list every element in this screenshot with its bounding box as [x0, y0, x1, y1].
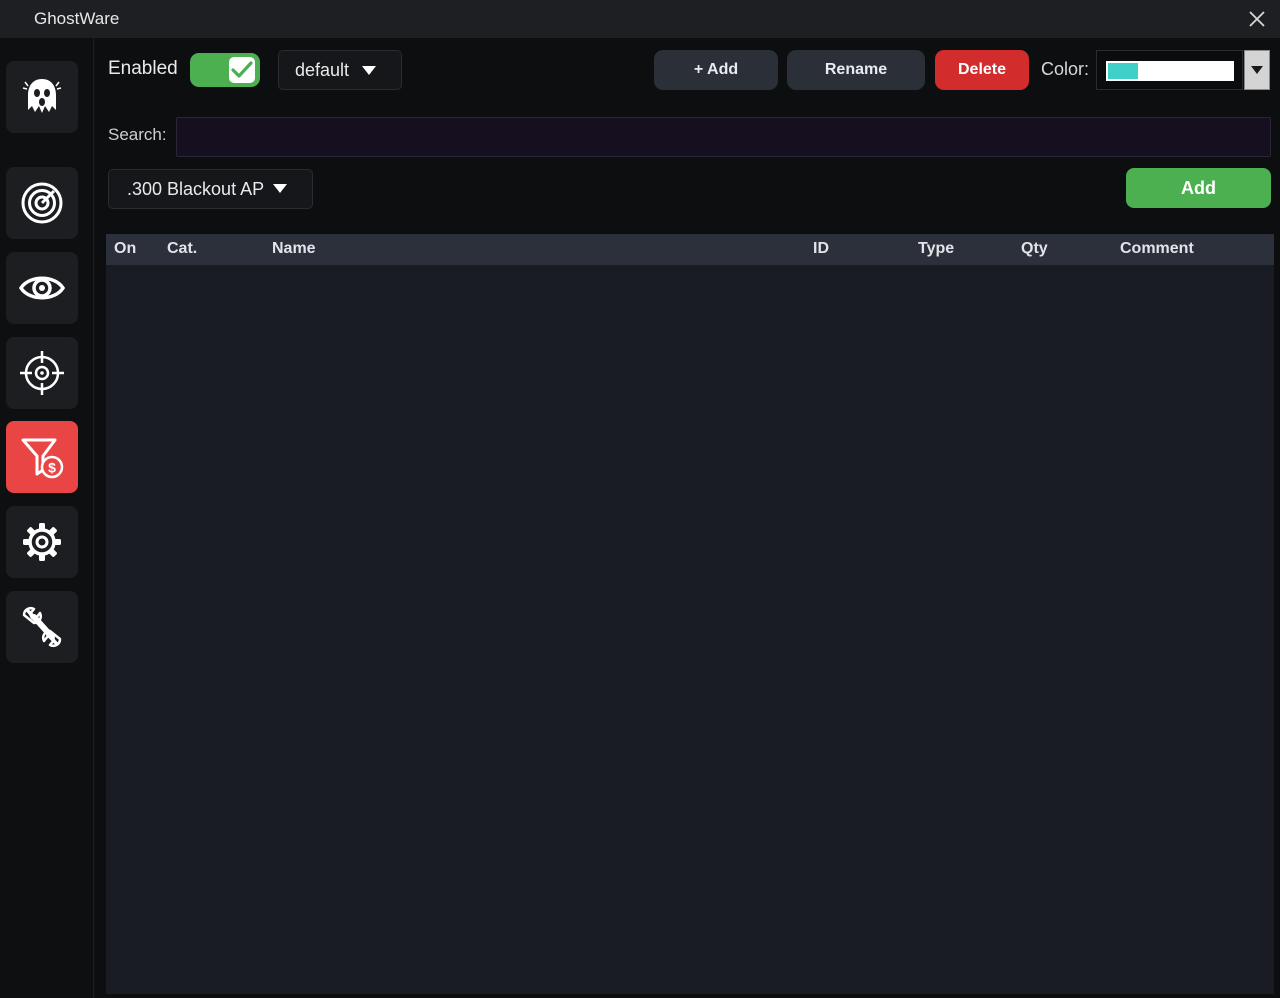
main-panel: Enabled default + Add Rename Delete Colo…	[95, 38, 1280, 998]
sidebar-item-radar[interactable]	[6, 167, 78, 239]
enabled-label: Enabled	[108, 58, 178, 79]
ghost-logo-icon	[22, 79, 62, 113]
color-swatch	[1108, 63, 1138, 79]
close-button[interactable]	[1242, 4, 1272, 34]
item-dropdown-value: .300 Blackout AP	[127, 178, 265, 199]
column-header-id[interactable]: ID	[813, 240, 829, 258]
sidebar-item-aimbot[interactable]	[6, 337, 78, 409]
delete-button[interactable]: Delete	[935, 50, 1029, 90]
column-header-category[interactable]: Cat.	[167, 240, 197, 258]
column-header-qty[interactable]: Qty	[1021, 240, 1048, 258]
sidebar-item-settings[interactable]	[6, 506, 78, 578]
enabled-toggle[interactable]	[190, 53, 260, 87]
search-label: Search:	[108, 125, 167, 144]
add-item-button[interactable]: Add	[1126, 168, 1271, 208]
table-header: On Cat. Name ID Type Qty Comment	[106, 234, 1274, 265]
svg-text:$: $	[48, 460, 56, 476]
checkmark-icon	[231, 61, 253, 78]
profile-dropdown[interactable]: default	[278, 50, 402, 90]
toolbar: Enabled default + Add Rename Delete Colo…	[95, 38, 1280, 102]
column-header-name[interactable]: Name	[272, 240, 316, 258]
chevron-down-icon	[273, 184, 287, 193]
title-bar: GhostWare	[0, 0, 1280, 38]
column-header-type[interactable]: Type	[918, 240, 954, 258]
sidebar-item-loot-filter[interactable]: $	[6, 421, 78, 493]
toggle-knob	[229, 57, 255, 83]
item-dropdown[interactable]: .300 Blackout AP	[108, 169, 313, 209]
gear-icon	[23, 523, 61, 561]
close-icon	[1249, 11, 1265, 27]
eye-icon	[19, 276, 65, 300]
sidebar-item-tools[interactable]	[6, 591, 78, 663]
sidebar: $	[0, 38, 94, 998]
wrench-icon	[22, 607, 62, 647]
chevron-down-icon	[362, 66, 376, 75]
color-dropdown-button[interactable]	[1244, 50, 1270, 90]
crosshair-icon	[20, 351, 64, 395]
add-profile-button[interactable]: + Add	[654, 50, 778, 90]
profile-dropdown-value: default	[295, 59, 350, 80]
window-title: GhostWare	[34, 9, 120, 28]
sidebar-item-visuals[interactable]	[6, 252, 78, 324]
color-label: Color:	[1041, 59, 1090, 79]
loot-filter-icon: $	[21, 438, 64, 479]
column-header-on[interactable]: On	[114, 240, 136, 258]
chevron-down-icon	[1251, 66, 1263, 74]
radar-icon	[21, 182, 63, 224]
rename-button[interactable]: Rename	[787, 50, 925, 90]
sidebar-item-home[interactable]	[6, 61, 78, 133]
loot-table: On Cat. Name ID Type Qty Comment	[106, 234, 1274, 994]
column-header-comment[interactable]: Comment	[1120, 240, 1194, 258]
search-input[interactable]	[176, 117, 1271, 157]
color-picker[interactable]	[1096, 50, 1243, 90]
